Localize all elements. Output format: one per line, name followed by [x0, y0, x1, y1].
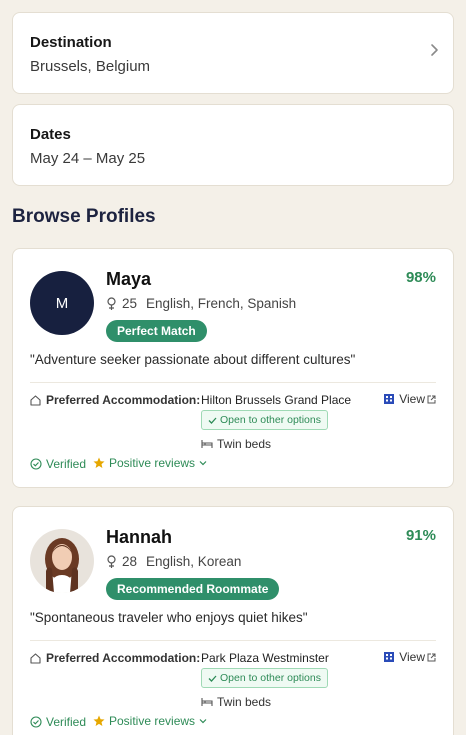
profile-meta: 28 English, Korean	[106, 554, 241, 569]
verified-status: Verified	[30, 715, 86, 729]
check-circle-icon	[30, 458, 42, 470]
accommodation-name: Hilton Brussels Grand Place	[201, 393, 352, 407]
profile-languages: English, Korean	[146, 554, 242, 569]
beds-info: Twin beds	[201, 695, 271, 709]
chevron-right-icon	[431, 44, 438, 56]
destination-value: Brussels, Belgium	[30, 58, 151, 75]
accommodation-label: Preferred Accommodation:	[30, 651, 200, 665]
reviews-dropdown[interactable]: Positive reviews	[93, 456, 207, 470]
profile-quote: "Adventure seeker passionate about diffe…	[30, 352, 356, 367]
view-label: View	[399, 392, 425, 406]
profile-name: Maya	[106, 269, 152, 289]
avatar	[30, 529, 94, 593]
check-circle-icon	[30, 716, 42, 728]
chevron-down-icon	[199, 719, 207, 724]
open-to-options-tag: Open to other options	[201, 668, 328, 688]
building-icon	[384, 394, 395, 404]
match-percentage: 98%	[405, 269, 436, 286]
view-label: View	[399, 650, 425, 664]
check-icon	[208, 675, 217, 682]
profile-age: 28	[122, 554, 138, 569]
home-icon	[30, 394, 41, 406]
view-button[interactable]: View	[383, 392, 436, 406]
external-link-icon	[427, 395, 436, 403]
profile-quote: "Spontaneous traveler who enjoys quiet h…	[30, 610, 308, 625]
destination-card[interactable]: Destination Brussels, Belgium	[12, 12, 454, 94]
bed-icon	[201, 440, 213, 448]
check-icon	[208, 417, 217, 424]
profile-card[interactable]: M Maya 98% 25 English, French, Spanish P…	[12, 248, 454, 488]
profile-age: 25	[122, 296, 138, 311]
divider	[30, 640, 436, 641]
gender-female-icon	[107, 296, 116, 310]
avatar: M	[30, 271, 94, 335]
verified-status: Verified	[30, 457, 86, 471]
building-icon	[384, 652, 395, 662]
profile-meta: 25 English, French, Spanish	[106, 296, 296, 311]
open-to-options-tag: Open to other options	[201, 410, 328, 430]
dates-label: Dates	[30, 126, 71, 143]
match-badge: Perfect Match	[106, 320, 207, 342]
chevron-down-icon	[199, 461, 207, 466]
external-link-icon	[427, 653, 436, 661]
home-icon	[30, 652, 41, 664]
match-percentage: 91%	[405, 527, 436, 544]
accommodation-name: Park Plaza Westminster	[201, 651, 329, 665]
beds-info: Twin beds	[201, 437, 271, 451]
match-badge: Recommended Roommate	[106, 578, 280, 600]
reviews-dropdown[interactable]: Positive reviews	[93, 714, 207, 728]
profile-name: Hannah	[106, 527, 173, 547]
star-icon	[93, 715, 105, 726]
dates-card[interactable]: Dates May 24 – May 25	[12, 104, 454, 186]
accommodation-label: Preferred Accommodation:	[30, 393, 200, 407]
dates-value: May 24 – May 25	[30, 150, 146, 167]
star-icon	[93, 457, 105, 468]
divider	[30, 382, 436, 383]
destination-label: Destination	[30, 34, 112, 51]
view-button[interactable]: View	[383, 650, 436, 664]
bed-icon	[201, 698, 213, 706]
profile-photo	[30, 529, 94, 593]
profile-languages: English, French, Spanish	[146, 296, 297, 311]
browse-profiles-title: Browse Profiles	[12, 206, 156, 227]
profile-card[interactable]: Hannah 91% 28 English, Korean Recommende…	[12, 506, 454, 735]
gender-female-icon	[107, 554, 116, 568]
